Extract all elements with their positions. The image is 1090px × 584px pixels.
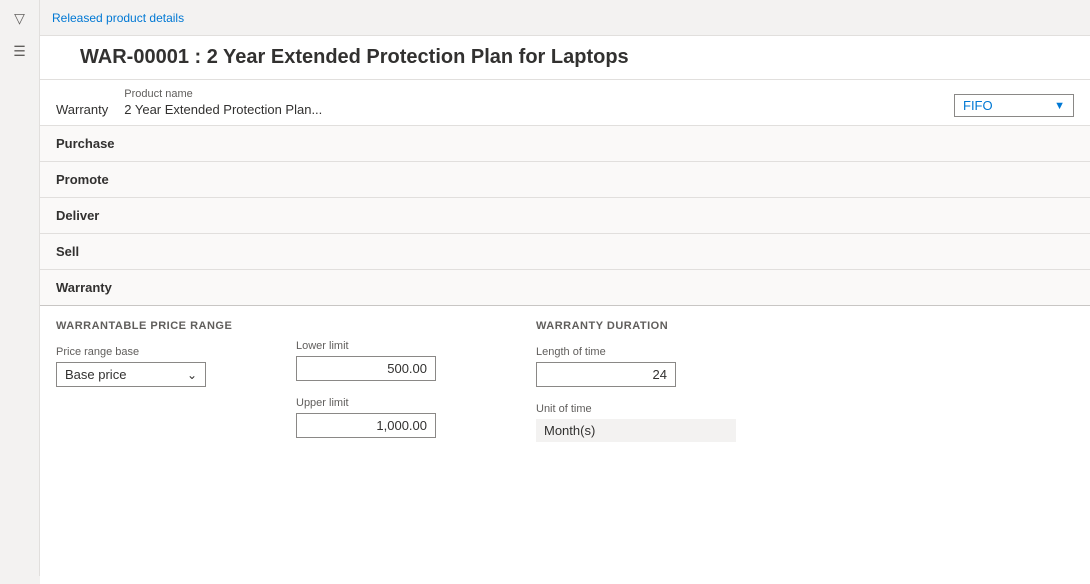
product-name-field: Product name 2 Year Extended Protection …: [124, 88, 384, 117]
unit-of-time-label: Unit of time: [536, 403, 736, 415]
length-of-time-field: Length of time: [536, 346, 736, 387]
warrantable-price-range-col: WARRANTABLE PRICE RANGE Price range base…: [56, 320, 256, 387]
upper-limit-label: Upper limit: [296, 397, 496, 409]
product-name-value: 2 Year Extended Protection Plan...: [124, 102, 384, 117]
fifo-dropdown[interactable]: FIFO ▼: [954, 94, 1074, 117]
length-of-time-label: Length of time: [536, 346, 736, 358]
product-name-label: Product name: [124, 88, 384, 100]
purchase-section-header[interactable]: Purchase: [40, 126, 1090, 162]
lower-limit-field: Lower limit: [296, 340, 496, 381]
warranty-section: Warranty WARRANTABLE PRICE RANGE Price r…: [40, 270, 1090, 456]
sell-section-header[interactable]: Sell: [40, 234, 1090, 270]
warranty-section-header[interactable]: Warranty: [40, 270, 1090, 306]
deliver-section-header[interactable]: Deliver: [40, 198, 1090, 234]
type-value: Warranty: [56, 102, 108, 117]
price-range-base-label: Price range base: [56, 346, 256, 358]
fifo-label: FIFO: [963, 98, 993, 113]
warranty-duration-group-label: WARRANTY DURATION: [536, 320, 736, 332]
warranty-form: WARRANTABLE PRICE RANGE Price range base…: [40, 306, 1090, 456]
breadcrumb-link[interactable]: Released product details: [52, 11, 184, 25]
length-of-time-input[interactable]: [536, 362, 676, 387]
hamburger-icon[interactable]: ☰: [13, 43, 26, 60]
limits-col: Lower limit Upper limit: [296, 320, 496, 438]
page-title: WAR-00001 : 2 Year Extended Protection P…: [40, 36, 1090, 80]
upper-limit-field: Upper limit: [296, 397, 496, 438]
warranty-duration-col: WARRANTY DURATION Length of time Unit of…: [536, 320, 736, 442]
lower-limit-label: Lower limit: [296, 340, 496, 352]
price-range-base-field: Price range base Base price ⌄: [56, 346, 256, 387]
product-header-row: Warranty Product name 2 Year Extended Pr…: [40, 80, 1090, 126]
promote-section-header[interactable]: Promote: [40, 162, 1090, 198]
fifo-dropdown-arrow: ▼: [1054, 100, 1065, 112]
upper-limit-input[interactable]: [296, 413, 436, 438]
lower-limit-input[interactable]: [296, 356, 436, 381]
unit-of-time-value: Month(s): [536, 419, 736, 442]
price-range-base-value: Base price: [65, 367, 126, 382]
filter-icon[interactable]: ▽: [14, 10, 25, 27]
price-range-base-dropdown[interactable]: Base price ⌄: [56, 362, 206, 387]
price-range-dropdown-arrow: ⌄: [187, 368, 197, 382]
unit-of-time-field: Unit of time Month(s): [536, 403, 736, 442]
type-field: Warranty: [56, 102, 108, 117]
warrantable-group-label: WARRANTABLE PRICE RANGE: [56, 320, 256, 332]
